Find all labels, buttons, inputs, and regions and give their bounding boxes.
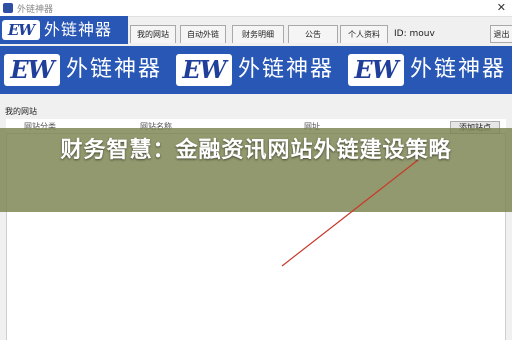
- close-icon[interactable]: ✕: [497, 1, 506, 15]
- brand-banner: EW 外链神器 EW 外链神器 EW 外链神器: [0, 46, 512, 94]
- window-title: 外链神器: [17, 5, 54, 15]
- overlay-title: 财务智慧：金融资讯网站外链建设策略: [60, 138, 452, 163]
- ew-logo-text: 外链神器: [66, 57, 163, 82]
- ew-logo-text: 外链神器: [410, 57, 507, 82]
- tab-profile[interactable]: 个人资料: [340, 25, 388, 43]
- user-id: ID: mouv: [394, 29, 435, 39]
- brand-logo-small: EW 外链神器: [0, 16, 128, 44]
- window-titlebar: 外链神器 ✕: [0, 0, 512, 17]
- ew-logo-text: 外链神器: [238, 57, 335, 82]
- tab-finance[interactable]: 财务明细: [232, 25, 284, 43]
- ew-logo-mark: EW: [348, 54, 404, 86]
- tab-my-sites[interactable]: 我的网站: [130, 25, 176, 43]
- ew-logo-mark: EW: [4, 54, 60, 86]
- app-icon: [3, 3, 13, 13]
- ew-logo-text: 外链神器: [44, 20, 113, 39]
- exit-button[interactable]: 退出: [490, 25, 512, 43]
- tab-notice[interactable]: 公告: [288, 25, 338, 43]
- tab-auto-links[interactable]: 自动外链: [180, 25, 226, 43]
- group-label: 我的网站: [5, 107, 37, 116]
- ew-logo-mark: EW: [2, 20, 40, 40]
- ew-logo-mark: EW: [176, 54, 232, 86]
